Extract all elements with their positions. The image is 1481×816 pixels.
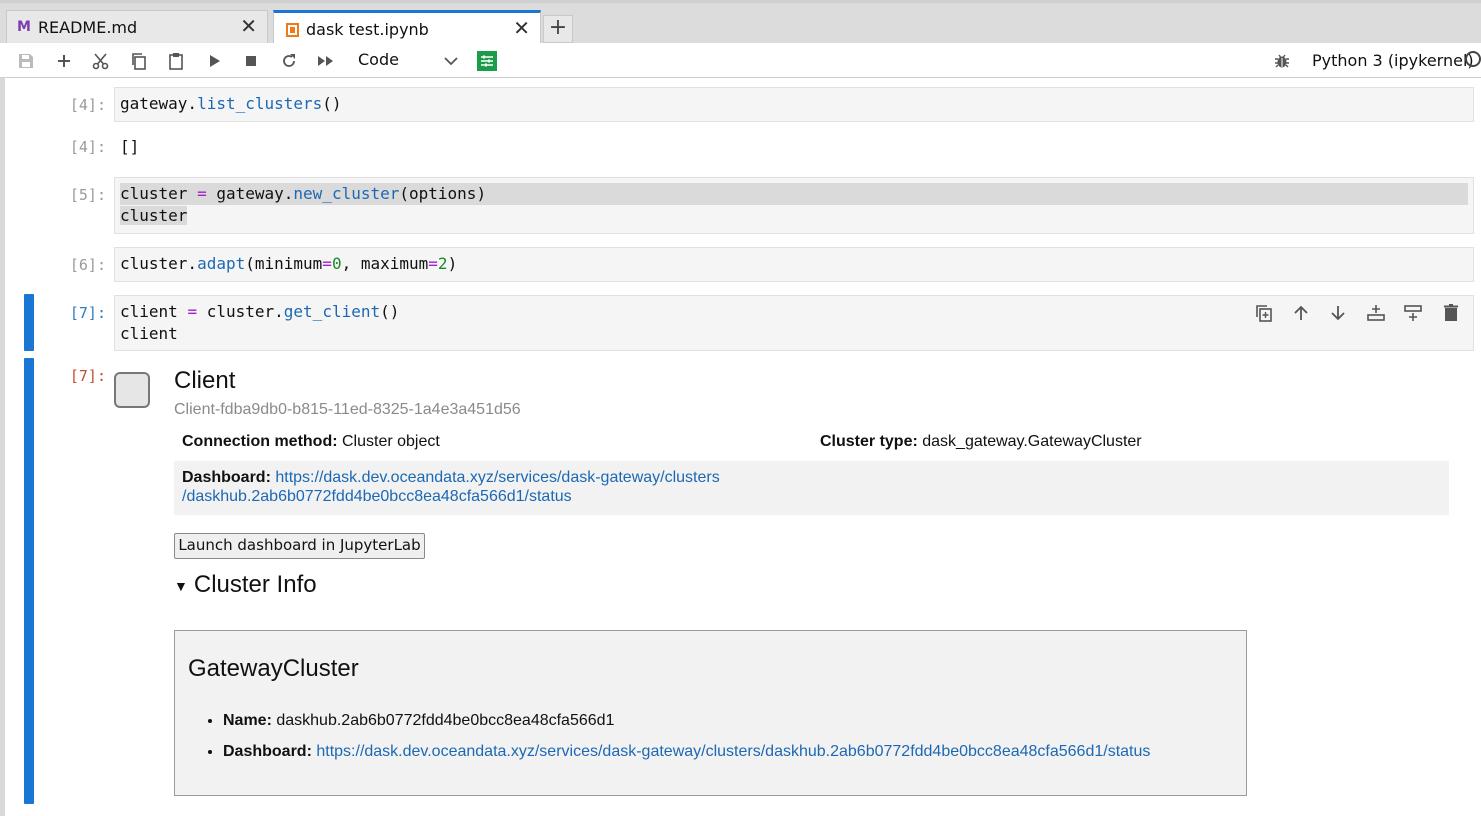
cluster-info-toggle[interactable]: ▼ Cluster Info <box>174 571 317 599</box>
gateway-cluster-title: GatewayCluster <box>188 655 359 682</box>
duplicate-icon[interactable] <box>1254 303 1274 323</box>
move-up-icon[interactable] <box>1291 303 1311 323</box>
copy-icon[interactable] <box>130 52 148 70</box>
insert-below-icon[interactable] <box>1403 303 1423 323</box>
client-logo <box>114 372 150 408</box>
output-prompt: [7]: <box>69 367 106 385</box>
code-cell[interactable]: cluster = gateway.new_cluster(options) cl… <box>114 177 1474 234</box>
new-tab-button[interactable]: + <box>543 15 573 43</box>
chevron-down-icon[interactable] <box>442 52 460 70</box>
property-inspector-icon[interactable] <box>477 51 497 71</box>
dashboard-link[interactable]: https://dask.dev.oceandata.xyz/services/… <box>275 469 719 486</box>
delete-icon[interactable] <box>1441 303 1461 323</box>
input-prompt: [5]: <box>69 186 106 204</box>
code-cell[interactable]: cluster.adapt(minimum=0, maximum=2) <box>114 247 1474 282</box>
close-icon[interactable]: ✕ <box>240 16 257 36</box>
output-collapse-indicator[interactable] <box>24 358 34 804</box>
kernel-status-icon <box>1465 51 1481 67</box>
notebook-icon <box>286 22 299 37</box>
move-down-icon[interactable] <box>1328 303 1348 323</box>
kernel-name[interactable]: Python 3 (ipykernel) <box>1312 51 1474 70</box>
notebook-toolbar: Code Python 3 (ipykernel) <box>0 43 1481 78</box>
gateway-dashboard-link[interactable]: https://dask.dev.oceandata.xyz/services/… <box>316 743 1150 760</box>
dashboard-link-cont[interactable]: /daskhub.2ab6b0772fdd4be0bcc8ea48cfa566d… <box>182 488 572 505</box>
active-cell-indicator[interactable] <box>24 294 34 351</box>
insert-above-icon[interactable] <box>1366 303 1386 323</box>
gateway-cluster-details: Name: daskhub.2ab6b0772fdd4be0bcc8ea48cf… <box>205 705 1150 767</box>
gateway-cluster-panel: GatewayCluster Name: daskhub.2ab6b0772fd… <box>174 630 1247 796</box>
add-icon[interactable] <box>55 52 73 70</box>
launch-dashboard-button[interactable]: Launch dashboard in JupyterLab <box>174 533 425 559</box>
code-cell[interactable]: gateway.list_clusters() <box>114 87 1474 122</box>
cluster-type: Cluster type: dask_gateway.GatewayCluste… <box>820 433 1142 450</box>
disclosure-triangle-icon: ▼ <box>174 577 188 594</box>
paste-icon[interactable] <box>167 52 185 70</box>
input-prompt: [4]: <box>69 96 106 114</box>
cut-icon[interactable] <box>92 52 110 70</box>
list-item: Name: daskhub.2ab6b0772fdd4be0bcc8ea48cf… <box>223 705 1150 736</box>
markdown-icon: M <box>17 19 31 35</box>
close-icon[interactable]: ✕ <box>513 18 530 38</box>
client-id: Client-fdba9db0-b815-11ed-8325-1a4e3a451… <box>174 401 521 418</box>
tab-notebook[interactable]: dask test.ipynb ✕ <box>273 10 541 46</box>
run-icon[interactable] <box>205 52 223 70</box>
dashboard-link-row: Dashboard: https://dask.dev.oceandata.xy… <box>182 469 720 505</box>
tab-label: README.md <box>37 17 138 37</box>
left-edge <box>0 78 5 816</box>
client-title: Client <box>174 367 236 394</box>
connection-method: Connection method: Cluster object <box>182 433 440 450</box>
list-item: Dashboard: https://dask.dev.oceandata.xy… <box>223 736 1150 767</box>
tab-label: dask test.ipynb <box>306 20 429 39</box>
input-prompt: [7]: <box>69 304 106 322</box>
input-prompt: [6]: <box>69 256 106 274</box>
restart-icon[interactable] <box>280 52 298 70</box>
cell-type-select[interactable]: Code <box>358 50 399 69</box>
debugger-icon[interactable] <box>1273 52 1291 70</box>
tab-readme[interactable]: M README.md ✕ <box>6 10 268 43</box>
cell-output: [] <box>120 137 140 156</box>
save-icon[interactable] <box>17 52 35 70</box>
tab-bar: M README.md ✕ dask test.ipynb ✕ + <box>0 0 1481 46</box>
stop-icon[interactable] <box>242 52 260 70</box>
output-prompt: [4]: <box>69 138 106 156</box>
fast-forward-icon[interactable] <box>317 52 335 70</box>
